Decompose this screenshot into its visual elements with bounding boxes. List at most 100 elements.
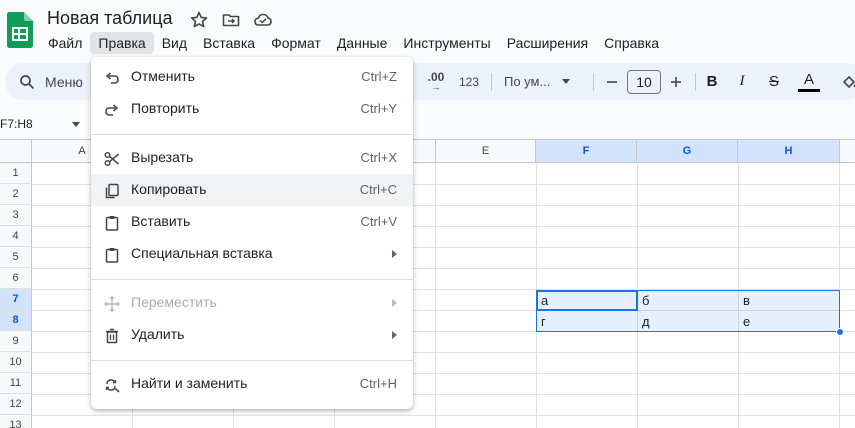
- menu-item-label: Специальная вставка: [131, 245, 273, 261]
- search-icon: [20, 74, 35, 89]
- toolbar-separator: [695, 73, 696, 91]
- cell-f8[interactable]: г: [537, 311, 637, 332]
- move-to-folder-icon[interactable]: [221, 10, 241, 30]
- plus-icon: [671, 76, 681, 87]
- menu-item-find-replace[interactable]: Найти и заменить Ctrl+H: [91, 368, 413, 400]
- column-header-g[interactable]: G: [637, 140, 738, 163]
- menu-search-label: Меню: [45, 73, 83, 90]
- italic-button[interactable]: I: [733, 63, 751, 100]
- text-color-swatch: [798, 88, 820, 92]
- submenu-arrow-icon: [392, 331, 397, 339]
- edit-menu-dropdown: Отменить Ctrl+Z Повторить Ctrl+Y Вырезат…: [91, 57, 413, 409]
- menu-separator: [91, 134, 413, 135]
- menu-data[interactable]: Данные: [329, 32, 396, 54]
- column-header-f[interactable]: F: [536, 140, 637, 163]
- column-header-h[interactable]: H: [738, 140, 840, 163]
- select-all-corner[interactable]: [0, 140, 32, 163]
- strikethrough-button[interactable]: S: [765, 63, 783, 100]
- font-size-increase-button[interactable]: [666, 63, 686, 100]
- decimal-increase-label: .00: [427, 69, 445, 84]
- menu-item-shortcut: Ctrl+C: [359, 182, 397, 197]
- menu-item-paste[interactable]: Вставить Ctrl+V: [91, 206, 413, 238]
- undo-icon: [105, 72, 119, 84]
- name-box[interactable]: F7:H8: [0, 112, 90, 136]
- menu-item-shortcut: Ctrl+V: [360, 214, 397, 229]
- font-family-select[interactable]: По ум...: [500, 63, 580, 100]
- cell-f7[interactable]: а: [537, 290, 637, 311]
- menu-item-cut[interactable]: Вырезать Ctrl+X: [91, 142, 413, 174]
- menu-item-undo[interactable]: Отменить Ctrl+Z: [91, 61, 413, 93]
- font-size-decrease-button[interactable]: [602, 63, 622, 100]
- fill-handle[interactable]: [836, 328, 844, 336]
- decimal-increase-button[interactable]: .00 →: [423, 63, 449, 100]
- cell-h7[interactable]: в: [739, 290, 839, 311]
- chevron-down-icon: [562, 79, 571, 84]
- row-header-11[interactable]: 11: [0, 373, 32, 394]
- menu-edit[interactable]: Правка: [90, 32, 154, 54]
- menu-view[interactable]: Вид: [154, 32, 195, 54]
- copy-icon: [105, 183, 119, 199]
- column-header-e[interactable]: E: [436, 140, 536, 163]
- menu-bar: Файл Правка Вид Вставка Формат Данные Ин…: [40, 32, 667, 56]
- document-title[interactable]: Новая таблица: [47, 8, 173, 29]
- star-icon[interactable]: [189, 10, 209, 30]
- menu-item-redo[interactable]: Повторить Ctrl+Y: [91, 93, 413, 125]
- row-header-9[interactable]: 9: [0, 331, 32, 352]
- chevron-down-icon: [72, 122, 80, 127]
- move-arrows-icon: [103, 295, 121, 313]
- row-header-6[interactable]: 6: [0, 268, 32, 289]
- toolbar-separator: [593, 73, 594, 91]
- menu-item-delete[interactable]: Удалить: [91, 319, 413, 351]
- menu-help[interactable]: Справка: [596, 32, 667, 54]
- row-header-8[interactable]: 8: [0, 310, 32, 331]
- cell-g8[interactable]: д: [638, 311, 738, 332]
- menu-item-label: Копировать: [131, 181, 207, 197]
- menu-item-label: Повторить: [131, 100, 200, 116]
- decimal-increase-arrow: →: [431, 81, 441, 92]
- menu-tools[interactable]: Инструменты: [395, 32, 498, 54]
- row-header-10[interactable]: 10: [0, 352, 32, 373]
- redo-icon: [105, 104, 119, 116]
- menu-item-copy[interactable]: Копировать Ctrl+C: [91, 174, 413, 206]
- row-header-5[interactable]: 5: [0, 247, 32, 268]
- menu-item-paste-special[interactable]: Специальная вставка: [91, 238, 413, 270]
- menu-separator: [91, 360, 413, 361]
- bold-button[interactable]: B: [703, 63, 721, 100]
- row-header-12[interactable]: 12: [0, 394, 32, 415]
- menu-format[interactable]: Формат: [263, 32, 329, 54]
- row-header-13[interactable]: 13: [0, 415, 32, 428]
- row-header-2[interactable]: 2: [0, 184, 32, 205]
- cloud-saved-icon[interactable]: [253, 10, 273, 30]
- number-format-button[interactable]: 123: [455, 63, 483, 100]
- menu-search[interactable]: Меню: [19, 63, 99, 100]
- menu-item-shortcut: Ctrl+Z: [361, 69, 397, 84]
- cell-h8[interactable]: е: [739, 311, 839, 332]
- menu-item-label: Удалить: [131, 326, 185, 342]
- column-header-i[interactable]: [840, 140, 855, 163]
- font-family-value: По ум...: [504, 74, 551, 89]
- font-size-input[interactable]: 10: [627, 70, 661, 94]
- text-color-button[interactable]: A: [797, 63, 821, 100]
- cell-g7[interactable]: б: [638, 290, 738, 311]
- row-header-4[interactable]: 4: [0, 226, 32, 247]
- menu-file[interactable]: Файл: [40, 32, 90, 54]
- submenu-arrow-icon: [392, 299, 397, 307]
- menu-item-label: Отменить: [131, 68, 195, 84]
- menu-item-label: Вырезать: [131, 149, 194, 165]
- gridline: [435, 163, 436, 428]
- clipboard-special-icon: [105, 248, 119, 263]
- menu-item-move: Переместить: [91, 287, 413, 319]
- menu-item-shortcut: Ctrl+Y: [360, 101, 397, 116]
- find-replace-icon: [105, 379, 120, 393]
- fill-color-button[interactable]: [839, 63, 855, 100]
- row-header-1[interactable]: 1: [0, 163, 32, 184]
- row-header-7[interactable]: 7: [0, 289, 32, 310]
- menu-extensions[interactable]: Расширения: [499, 32, 596, 54]
- menu-insert[interactable]: Вставка: [195, 32, 263, 54]
- menu-item-label: Найти и заменить: [131, 375, 248, 391]
- row-header-3[interactable]: 3: [0, 205, 32, 226]
- menu-item-shortcut: Ctrl+X: [360, 150, 397, 165]
- gridline: [32, 415, 855, 416]
- sheets-logo[interactable]: [7, 12, 33, 48]
- submenu-arrow-icon: [392, 250, 397, 258]
